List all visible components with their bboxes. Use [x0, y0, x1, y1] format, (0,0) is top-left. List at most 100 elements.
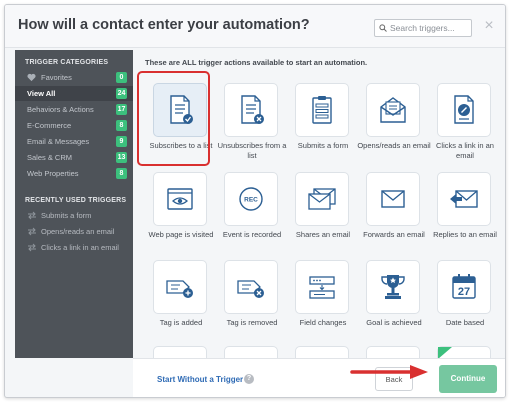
- modal-title: How will a contact enter your automation…: [18, 17, 310, 33]
- tile-box: [366, 83, 420, 137]
- count-badge: 0: [116, 72, 127, 83]
- sidebar-item-email-messages[interactable]: Email & Messages 9: [15, 134, 133, 149]
- trigger-label: Submits a form: [297, 141, 349, 150]
- count-badge: 8: [116, 168, 127, 179]
- modal-footer: Start Without a Trigger ? Back Continue: [133, 358, 505, 397]
- sidebar-item-label: Email & Messages: [27, 137, 90, 146]
- trigger-grid-area: These are ALL trigger actions available …: [133, 50, 505, 358]
- trigger-label: Field changes: [299, 318, 347, 327]
- forward-email-icon: [381, 190, 405, 208]
- count-badge: 17: [116, 104, 127, 115]
- trigger-label: Forwards an email: [363, 230, 425, 239]
- subscribe-list-icon: [170, 95, 193, 124]
- trigger-forwards-email[interactable]: Forwards an email: [361, 172, 427, 258]
- sidebar-item-e-commerce[interactable]: E-Commerce 8: [15, 118, 133, 133]
- trigger-tag-added[interactable]: Tag is added: [148, 260, 214, 346]
- tile-box: [437, 172, 491, 226]
- count-badge: 24: [116, 88, 127, 99]
- tile-box: 27: [437, 260, 491, 314]
- trigger-shares-email[interactable]: Shares an email: [290, 172, 356, 258]
- tile-box: [437, 83, 491, 137]
- tile-box: [366, 172, 420, 226]
- trigger-label: Replies to an email: [433, 230, 497, 239]
- help-icon[interactable]: ?: [244, 374, 254, 384]
- open-email-icon: [380, 97, 406, 123]
- recent-item-clicks-link[interactable]: Clicks a link in an email: [15, 240, 133, 255]
- trigger-partial-1[interactable]: [148, 346, 214, 358]
- sidebar-item-web-properties[interactable]: Web Properties 8: [15, 166, 133, 181]
- start-without-trigger-link[interactable]: Start Without a Trigger: [157, 375, 243, 384]
- close-icon[interactable]: ×: [482, 18, 496, 34]
- tile-box: [366, 346, 420, 358]
- trigger-label: Clicks a link in an email: [436, 141, 494, 160]
- recent-item-label: Submits a form: [41, 211, 92, 220]
- sidebar-item-label: View All: [27, 89, 56, 98]
- trigger-web-page-visited[interactable]: Web page is visited: [148, 172, 214, 258]
- calendar-date: 27: [458, 286, 470, 298]
- trigger-label: Event is recorded: [222, 230, 282, 239]
- web-page-icon: [167, 188, 193, 210]
- tile-box: [153, 346, 207, 358]
- calendar-icon: 27: [452, 274, 476, 299]
- share-email-icon: [308, 188, 336, 210]
- sidebar-item-favorites[interactable]: Favorites 0: [15, 70, 133, 85]
- sidebar-item-label: Sales & CRM: [27, 153, 73, 162]
- trigger-field-changes[interactable]: Field changes: [290, 260, 356, 346]
- tile-box: [153, 260, 207, 314]
- trigger-label: Date based: [445, 318, 485, 327]
- trigger-goal-achieved[interactable]: Goal is achieved: [361, 260, 427, 346]
- trigger-label: Opens/reads an email: [357, 141, 431, 150]
- sidebar: TRIGGER CATEGORIES Favorites 0 View All …: [15, 50, 133, 358]
- rec-icon: REC: [239, 187, 263, 211]
- swap-icon: [28, 211, 36, 220]
- trigger-clicks-link[interactable]: Clicks a link in an email: [432, 83, 498, 169]
- tile-box: [366, 260, 420, 314]
- search-icon: [379, 24, 387, 32]
- recent-heading: RECENTLY USED TRIGGERS: [25, 197, 127, 204]
- sidebar-item-label: E-Commerce: [27, 121, 72, 130]
- tile-box: [224, 346, 278, 358]
- sidebar-item-label: Favorites: [41, 73, 72, 82]
- tile-box: [153, 83, 207, 137]
- trigger-partial-3[interactable]: [290, 346, 356, 358]
- trigger-modal: How will a contact enter your automation…: [4, 4, 506, 398]
- tile-box: [295, 172, 349, 226]
- back-button[interactable]: Back: [375, 367, 413, 391]
- reply-email-icon: [450, 190, 478, 208]
- recent-item-opens-email[interactable]: Opens/reads an email: [15, 224, 133, 239]
- trigger-date-based[interactable]: 27 Date based: [432, 260, 498, 346]
- modal-header: How will a contact enter your automation…: [5, 5, 505, 48]
- trigger-submits-form[interactable]: Submits a form: [290, 83, 356, 169]
- trigger-partial-2[interactable]: [219, 346, 285, 358]
- search-input[interactable]: [390, 23, 470, 33]
- search-box[interactable]: [374, 19, 472, 37]
- trigger-opens-email[interactable]: Opens/reads an email: [357, 83, 431, 169]
- tile-box: [295, 83, 349, 137]
- tile-box: [153, 172, 207, 226]
- trigger-partial-4[interactable]: [361, 346, 427, 358]
- trigger-replies-email[interactable]: Replies to an email: [432, 172, 498, 258]
- sidebar-item-sales-crm[interactable]: Sales & CRM 13: [15, 150, 133, 165]
- form-icon: [312, 96, 332, 124]
- field-changes-icon: [309, 276, 335, 299]
- tile-box: [224, 260, 278, 314]
- trigger-label: Unsubscribes from a list: [217, 141, 287, 160]
- sidebar-item-view-all[interactable]: View All 24: [15, 86, 133, 101]
- trigger-tag-removed[interactable]: Tag is removed: [219, 260, 285, 346]
- trigger-unsubscribes-list[interactable]: Unsubscribes from a list: [218, 83, 286, 169]
- recent-item-submits-form[interactable]: Submits a form: [15, 208, 133, 223]
- tile-box: [224, 83, 278, 137]
- swap-icon: [28, 227, 36, 236]
- continue-button[interactable]: Continue: [439, 365, 497, 393]
- rec-badge: REC: [244, 197, 258, 204]
- trigger-partial-5[interactable]: [432, 346, 498, 358]
- sidebar-item-label: Web Properties: [27, 169, 79, 178]
- sidebar-item-behaviors-actions[interactable]: Behaviors & Actions 17: [15, 102, 133, 117]
- corner-ribbon-icon: [438, 347, 452, 358]
- trigger-event-recorded[interactable]: REC Event is recorded: [219, 172, 285, 258]
- tile-box: [295, 260, 349, 314]
- trigger-label: Web page is visited: [148, 230, 214, 239]
- categories-heading: TRIGGER CATEGORIES: [25, 59, 109, 66]
- sidebar-item-label: Behaviors & Actions: [27, 105, 94, 114]
- trigger-subscribes-list[interactable]: Subscribes to a list: [148, 83, 214, 169]
